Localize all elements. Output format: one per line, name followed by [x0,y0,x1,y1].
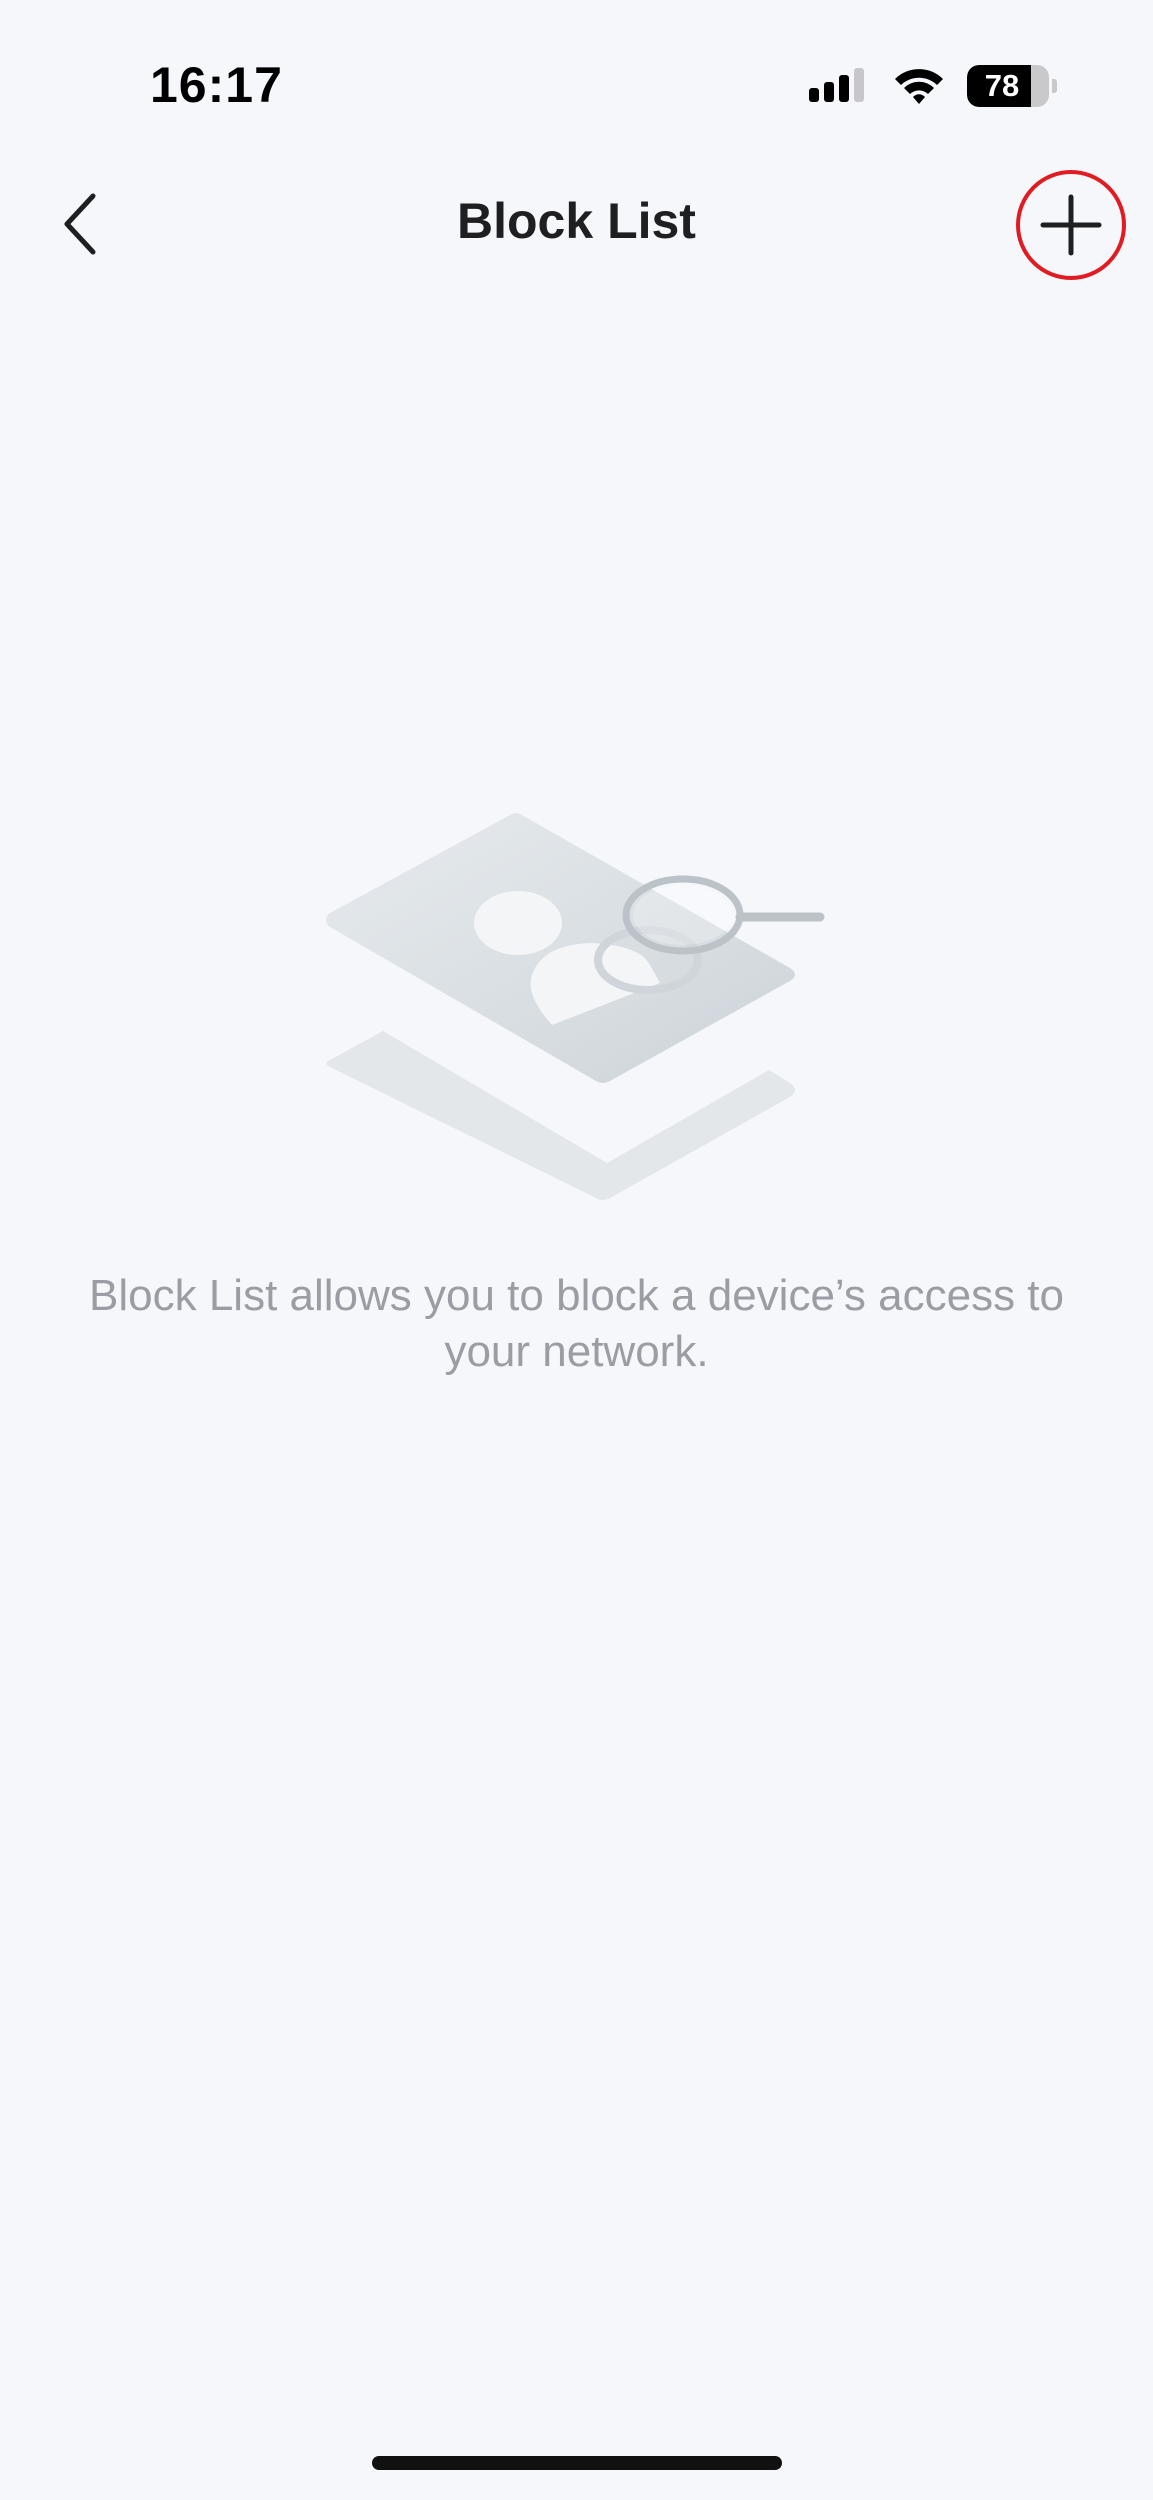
status-icons: 78 [809,62,1057,110]
profile-card-magnifier-illustration [326,813,825,1200]
empty-state-message: Block List allows you to block a device’… [89,1271,1064,1376]
cellular-signal-icon [809,68,864,102]
status-bar: 16:17 78 [0,0,1153,170]
add-button[interactable] [1016,170,1126,280]
status-time: 16:17 [150,57,283,113]
page-title: Block List [457,193,696,249]
battery-icon: 78 [967,65,1049,107]
wifi-icon [895,69,943,104]
home-indicator[interactable] [372,2456,782,2470]
plus-icon [1040,194,1102,256]
battery-nub [1052,79,1057,93]
nav-bar: Block List [0,170,1153,280]
battery-level: 78 [984,68,1020,103]
